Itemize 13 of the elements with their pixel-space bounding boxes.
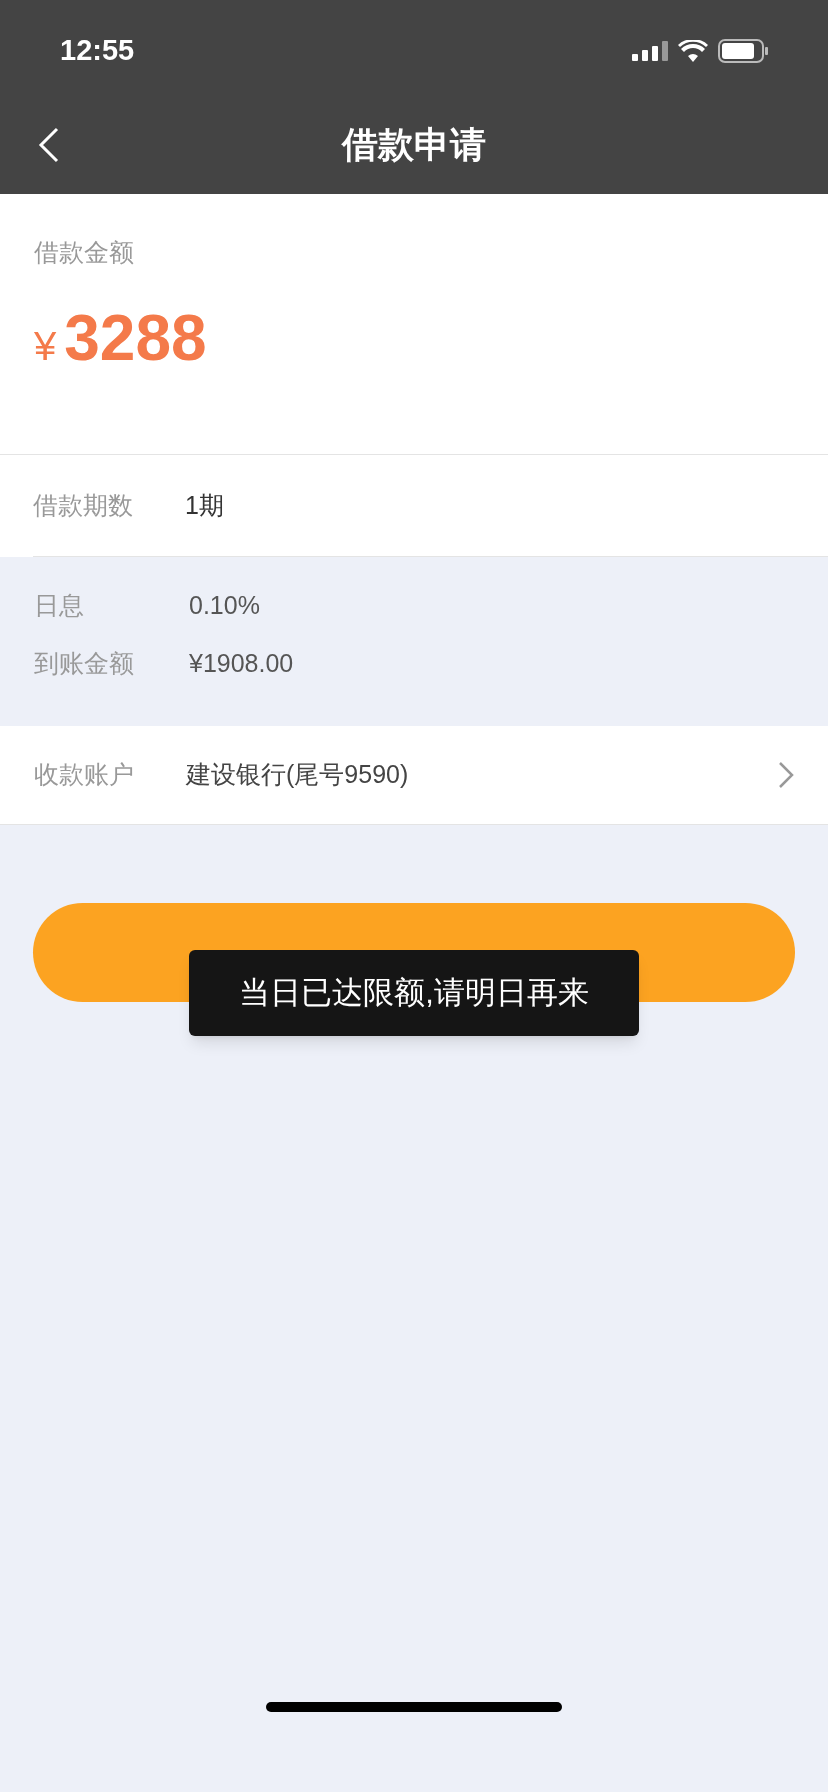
account-label: 收款账户 bbox=[34, 759, 135, 791]
amount-label: 借款金额 bbox=[34, 237, 134, 268]
detail-value: 0.10% bbox=[189, 590, 260, 621]
account-value: 建设银行(尾号9590) bbox=[186, 759, 410, 791]
currency-symbol: ¥ bbox=[34, 322, 57, 370]
detail-label: 日息 bbox=[34, 590, 85, 621]
limit-toast: 当日已达限额,请明日再来 bbox=[189, 950, 639, 1036]
detail-label: 到账金额 bbox=[34, 647, 135, 679]
amount-value: 3288 bbox=[64, 300, 207, 376]
term-label: 借款期数 bbox=[33, 489, 134, 521]
page-title: 借款申请 bbox=[342, 123, 486, 167]
detail-value: ¥1908.00 bbox=[189, 647, 294, 679]
status-time: 12:55 bbox=[60, 33, 135, 69]
